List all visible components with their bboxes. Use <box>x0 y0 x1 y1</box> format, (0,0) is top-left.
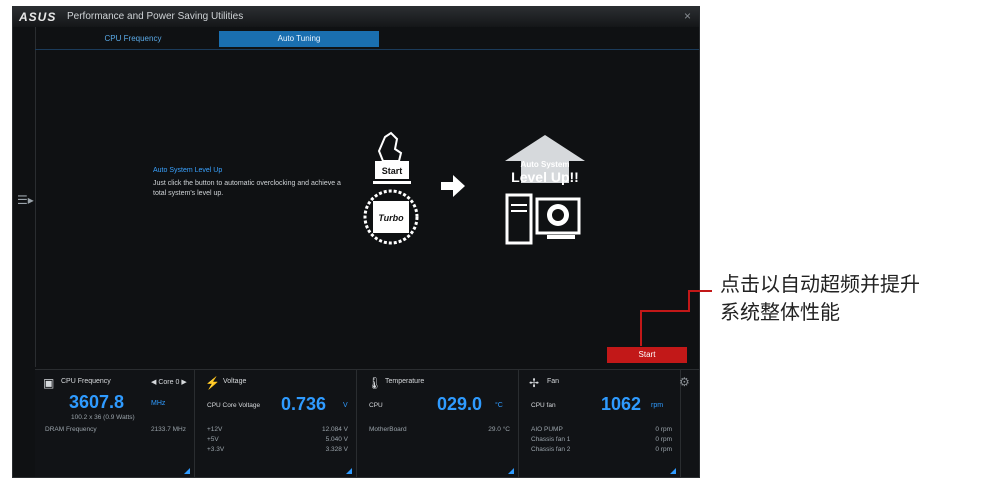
temp-row-label: MotherBoard <box>369 426 407 433</box>
core-label: Core 0 <box>158 379 180 386</box>
voltage-panel-title: Voltage <box>223 378 247 385</box>
cpu-ratio: 100.2 x 36 (0.9 Watts) <box>71 414 135 421</box>
temperature-panel-title: Temperature <box>385 378 425 385</box>
prev-core-icon[interactable]: ◀ <box>151 379 156 386</box>
app-window: ASUS Performance and Power Saving Utilit… <box>12 6 700 478</box>
fan-panel[interactable]: ✢ Fan CPU fan 1062 rpm AIO PUMP 0 rpm Ch… <box>521 370 681 477</box>
auto-level-title: Auto System Level Up <box>153 167 223 174</box>
window-title: Performance and Power Saving Utilities <box>67 11 244 22</box>
fan-row-value: 0 rpm <box>655 426 672 433</box>
cpu-freq-unit: MHz <box>151 400 166 407</box>
cpu-core-voltage-value: 0.736 <box>281 394 327 414</box>
cpu-fan-value: 1062 <box>601 394 642 414</box>
voltage-row-value: 12.084 V <box>321 426 348 433</box>
fan-panel-title: Fan <box>547 378 560 385</box>
dram-value: 2133.7 MHz <box>150 426 186 433</box>
callout-line <box>688 290 690 312</box>
callout-line-2: 系统整体性能 <box>720 300 840 324</box>
cpu-temp-label: CPU <box>369 402 383 409</box>
callout-line-1: 点击以自动超频并提升 <box>720 272 920 296</box>
start-key-label: Start <box>382 166 403 176</box>
settings-icon[interactable]: ⚙ <box>679 375 690 389</box>
cpu-temp-value: 029.0 <box>437 394 483 414</box>
fan-row-value: 0 rpm <box>655 446 672 453</box>
dram-label: DRAM Frequency <box>45 426 97 433</box>
lightning-icon: ⚡ <box>205 376 220 390</box>
cpu-core-voltage-unit: V <box>343 402 348 409</box>
voltage-row-value: 3.328 V <box>325 446 348 453</box>
main-content: Auto System Level Up Just click the butt… <box>37 51 699 365</box>
status-panels: ▣ CPU Frequency ◀ Core 0 ▶ 3607.8 MHz 10… <box>35 369 699 477</box>
cpu-freq-value: 3607.8 <box>69 392 125 412</box>
voltage-row-label: +3.3V <box>207 446 225 453</box>
expand-corner-icon[interactable] <box>184 468 190 474</box>
callout-line <box>640 310 642 346</box>
close-icon[interactable]: × <box>684 9 691 23</box>
left-divider <box>35 27 36 367</box>
fan-icon: ✢ <box>529 376 540 390</box>
callout-text: 点击以自动超频并提升 系统整体性能 <box>720 270 990 326</box>
cpu-fan-unit: rpm <box>651 402 664 409</box>
cpu-core-voltage-label: CPU Core Voltage <box>207 402 261 409</box>
arrow-right-icon <box>441 175 465 197</box>
tab-auto-tuning[interactable]: Auto Tuning <box>219 31 379 47</box>
cpu-temp-unit: °C <box>495 402 503 409</box>
temperature-panel[interactable]: 🌡 Temperature CPU 029.0 °C MotherBoard 2… <box>359 370 519 477</box>
expand-corner-icon[interactable] <box>346 468 352 474</box>
fan-row-label: Chassis fan 2 <box>531 446 571 453</box>
next-core-icon[interactable]: ▶ <box>181 379 186 386</box>
menu-expand-icon[interactable]: ☰▸ <box>17 193 34 207</box>
cpu-frequency-panel[interactable]: ▣ CPU Frequency ◀ Core 0 ▶ 3607.8 MHz 10… <box>35 370 195 477</box>
fan-row-label: AIO PUMP <box>531 426 563 433</box>
voltage-row-label: +5V <box>207 436 219 443</box>
cpu-icon: ▣ <box>43 376 55 390</box>
temp-row-value: 29.0 °C <box>488 426 510 433</box>
voltage-panel[interactable]: ⚡ Voltage CPU Core Voltage 0.736 V +12V … <box>197 370 357 477</box>
cpu-panel-title: CPU Frequency <box>61 378 111 385</box>
thermometer-icon: 🌡 <box>367 376 383 390</box>
callout-line <box>688 290 712 292</box>
title-bar: ASUS Performance and Power Saving Utilit… <box>13 7 699 27</box>
fan-row-label: Chassis fan 1 <box>531 436 571 443</box>
auto-level-description: Just click the button to automatic overc… <box>153 180 341 197</box>
level-up-graphic <box>505 135 585 245</box>
callout-line <box>640 310 690 312</box>
fan-row-value: 0 rpm <box>655 436 672 443</box>
voltage-row-value: 5.040 V <box>325 436 348 443</box>
level-up-text: Auto System Level Up!! <box>511 160 579 185</box>
core-selector[interactable]: ◀ Core 0 ▶ <box>151 378 187 386</box>
turbo-label: Turbo <box>378 213 404 223</box>
start-button[interactable]: Start <box>607 347 687 363</box>
asus-logo: ASUS <box>19 10 57 24</box>
cpu-fan-label: CPU fan <box>531 402 556 409</box>
expand-corner-icon[interactable] <box>670 468 676 474</box>
expand-corner-icon[interactable] <box>508 468 514 474</box>
voltage-row-label: +12V <box>207 426 223 433</box>
tab-cpu-frequency[interactable]: CPU Frequency <box>53 31 213 47</box>
start-turbo-graphic: Start Turbo <box>363 131 419 245</box>
tab-bar: CPU Frequency Auto Tuning <box>35 29 699 50</box>
